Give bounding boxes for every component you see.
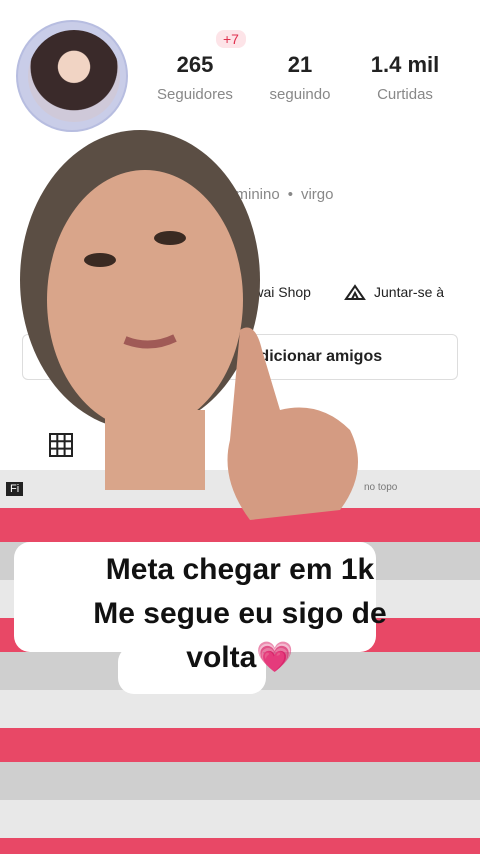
heart-emoji: 💗 [256,641,294,674]
stat-value: 1.4 mil [370,52,440,77]
hand-pointing [227,327,358,520]
stat-value: 265 [176,52,214,77]
avatar[interactable] [28,30,120,122]
followers-new-badge: +7 [216,30,246,48]
stat-value: 21 [287,52,313,77]
stat-likes[interactable]: 1.4 mil Curtidas [350,52,460,103]
caption-line-1: Meta chegar em 1k [105,553,375,586]
caption-line-3: volta [186,641,257,674]
stat-label: Curtidas [377,86,433,103]
stat-label: seguindo [269,86,331,103]
stat-label: Seguidores [157,86,233,103]
overlay-tag-right: no topo [364,482,398,493]
caption-text: Meta chegar em 1k Me segue eu sigo de vo… [0,548,480,680]
overlay-tag-left: Fi [6,482,24,496]
stat-followers[interactable]: 265 Seguidores [140,52,250,103]
link-label: Juntar-se à [374,284,445,300]
caption-line-3-wrap: volta💗 [176,636,303,680]
join-link[interactable]: Juntar-se à [344,284,444,300]
tent-icon [344,284,366,300]
caption-line-2: Me segue eu sigo de [93,597,387,630]
stat-following[interactable]: 21 seguindo [245,52,355,103]
